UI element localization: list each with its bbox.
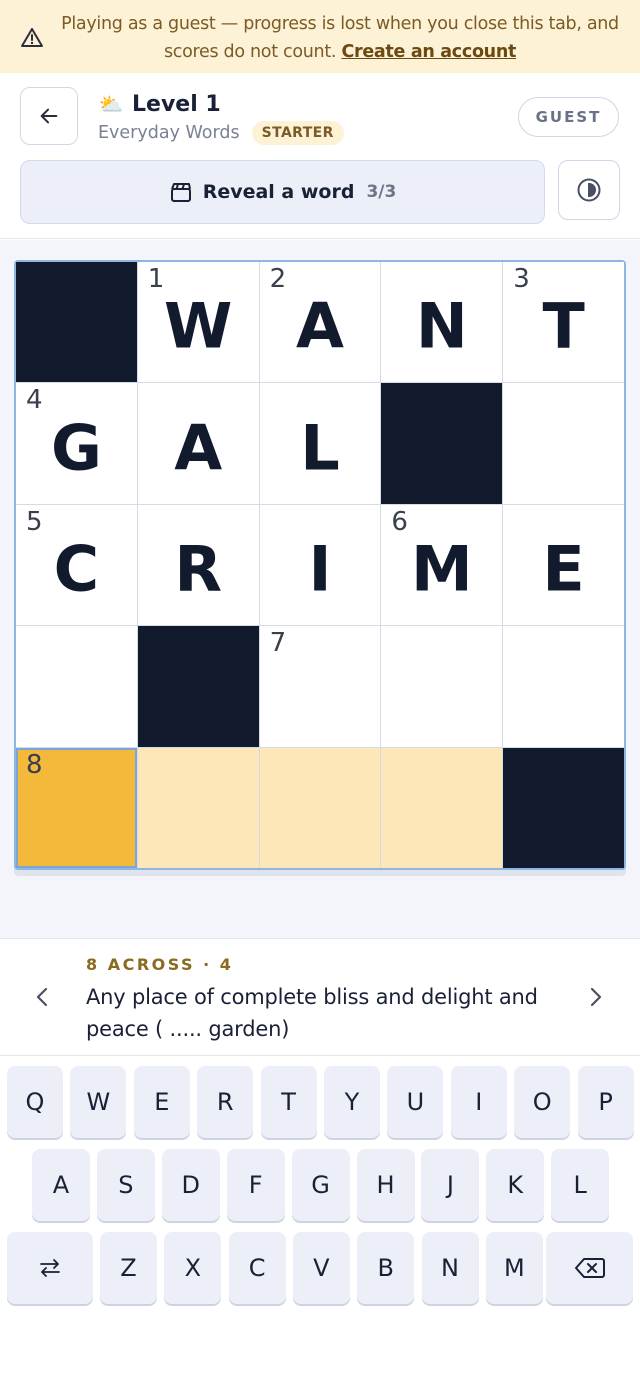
reveal-count: 3/3	[366, 182, 397, 202]
grid-cell[interactable]: L	[259, 383, 381, 504]
key-b[interactable]: B	[357, 1232, 415, 1304]
key-j[interactable]: J	[421, 1149, 480, 1221]
crossword-grid: 1W2AN3T4GAL5CRI6ME78	[14, 260, 626, 870]
previous-clue-button[interactable]	[32, 985, 52, 1009]
guest-button[interactable]: GUEST	[518, 97, 619, 137]
backspace-key[interactable]	[546, 1232, 633, 1304]
grid-cell[interactable]: 5C	[16, 504, 137, 626]
chevron-left-icon	[36, 987, 48, 1007]
level-title: Level 1	[132, 91, 221, 117]
cell-letter: A	[174, 411, 223, 485]
grid-block-cell	[137, 626, 259, 747]
cell-letter: E	[542, 532, 585, 606]
chevron-right-icon	[590, 987, 602, 1007]
contrast-icon	[577, 178, 601, 202]
key-h[interactable]: H	[356, 1149, 415, 1221]
sun-cloud-icon: ⛅	[98, 92, 124, 116]
key-y[interactable]: Y	[324, 1066, 380, 1138]
key-i[interactable]: I	[450, 1066, 507, 1138]
key-n[interactable]: N	[421, 1232, 479, 1304]
grid-cell[interactable]	[503, 383, 624, 504]
clapperboard-icon	[170, 183, 191, 202]
key-p[interactable]: P	[577, 1066, 634, 1138]
key-r[interactable]: R	[197, 1066, 254, 1138]
cell-letter: C	[53, 532, 100, 606]
key-w[interactable]: W	[70, 1066, 127, 1138]
swap-direction-key[interactable]	[7, 1232, 93, 1304]
key-q[interactable]: Q	[7, 1066, 63, 1138]
next-clue-button[interactable]	[586, 985, 606, 1009]
cell-number: 7	[269, 628, 287, 659]
grid-cell[interactable]: 2A	[259, 262, 381, 383]
grid-cell[interactable]: 6M	[381, 504, 503, 626]
grid-cell[interactable]: 4G	[16, 383, 137, 504]
back-button[interactable]	[20, 87, 78, 145]
banner-message: Playing as a guest — progress is lost wh…	[61, 14, 619, 62]
grid-cell[interactable]: 3T	[503, 262, 624, 383]
key-l[interactable]: L	[551, 1149, 610, 1221]
grid-cell[interactable]: 7	[259, 626, 381, 747]
key-k[interactable]: K	[486, 1149, 545, 1221]
theme-toggle-button[interactable]	[558, 160, 620, 220]
key-x[interactable]: X	[164, 1232, 222, 1304]
difficulty-badge: STARTER	[251, 121, 344, 145]
grid-cell[interactable]	[381, 747, 503, 868]
cell-letter: I	[308, 532, 332, 606]
arrow-left-icon	[40, 108, 58, 124]
cell-number: 8	[26, 749, 43, 780]
grid-cell-active[interactable]: 8	[16, 747, 137, 868]
grid-cell[interactable]: A	[137, 383, 259, 504]
cell-letter: R	[174, 532, 223, 606]
grid-cell[interactable]: N	[381, 262, 503, 383]
grid-cell[interactable]: R	[137, 504, 259, 626]
grid-cell[interactable]	[259, 747, 381, 868]
key-u[interactable]: U	[387, 1066, 444, 1138]
key-a[interactable]: A	[32, 1149, 90, 1221]
grid-cell[interactable]: I	[259, 504, 381, 626]
key-f[interactable]: F	[226, 1149, 285, 1221]
key-g[interactable]: G	[291, 1149, 350, 1221]
cell-letter: N	[415, 289, 468, 363]
reveal-word-button[interactable]: Reveal a word 3/3	[20, 160, 545, 224]
grid-block-cell	[16, 262, 137, 383]
grid-block-cell	[381, 383, 503, 504]
grid-cell[interactable]: 1W	[137, 262, 259, 383]
key-m[interactable]: M	[485, 1232, 543, 1304]
key-z[interactable]: Z	[100, 1232, 157, 1304]
key-d[interactable]: D	[161, 1149, 220, 1221]
grid-block-cell	[503, 747, 624, 868]
clue-bar: 8 ACROSS · 4 Any place of complete bliss…	[0, 938, 640, 1056]
warning-icon	[21, 28, 43, 47]
board-area: 1W2AN3T4GAL5CRI6ME78	[0, 240, 640, 938]
key-s[interactable]: S	[96, 1149, 155, 1221]
create-account-link[interactable]: Create an account	[341, 42, 516, 62]
category-label: Everyday Words	[98, 123, 240, 143]
cell-letter: L	[300, 411, 340, 485]
reveal-word-label: Reveal a word	[202, 181, 355, 203]
cell-letter: W	[164, 289, 233, 363]
clue-reference: 8 ACROSS · 4	[86, 955, 234, 974]
guest-banner: Playing as a guest — progress is lost wh…	[0, 0, 640, 73]
backspace-icon	[574, 1258, 605, 1278]
on-screen-keyboard: QWERTYUIOP ASDFGHJKL ZXCVBNM	[0, 1056, 640, 1385]
swap-arrows-icon	[40, 1259, 60, 1277]
grid-cell[interactable]	[137, 747, 259, 868]
key-t[interactable]: T	[260, 1066, 317, 1138]
level-info: ⛅ Level 1 Everyday Words STARTER	[98, 89, 344, 145]
key-e[interactable]: E	[133, 1066, 190, 1138]
grid-cell[interactable]	[381, 626, 503, 747]
clue-text: Any place of complete bliss and delight …	[86, 985, 538, 1041]
key-c[interactable]: C	[228, 1232, 286, 1304]
key-o[interactable]: O	[514, 1066, 571, 1138]
key-v[interactable]: V	[292, 1232, 350, 1304]
banner-text: Playing as a guest — progress is lost wh…	[58, 10, 622, 66]
cell-letter: G	[50, 411, 102, 485]
grid-cell[interactable]	[16, 626, 137, 747]
game-header: ⛅ Level 1 Everyday Words STARTER GUEST R…	[0, 73, 640, 239]
cell-letter: M	[410, 532, 473, 606]
cell-letter: A	[296, 289, 344, 363]
cell-letter: T	[542, 289, 585, 363]
grid-cell[interactable]: E	[503, 504, 624, 626]
grid-cell[interactable]	[503, 626, 624, 747]
